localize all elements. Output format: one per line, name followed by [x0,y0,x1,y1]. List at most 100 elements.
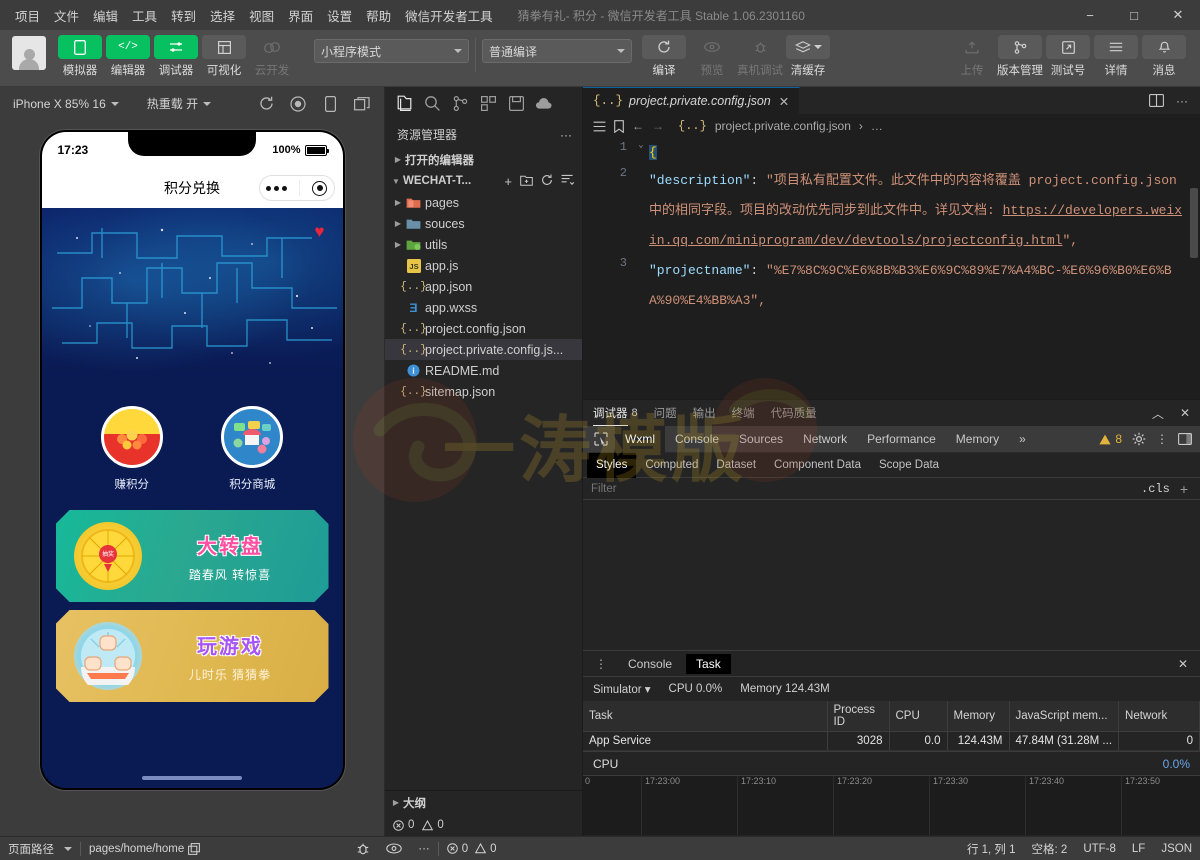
subtab-dataset[interactable]: Dataset [707,453,765,478]
kebab-icon[interactable]: ⋮ [1156,432,1168,446]
files-icon[interactable] [391,91,417,117]
add-rule-button[interactable]: + [1176,481,1192,497]
status-debug-button[interactable] [348,837,378,860]
copy-icon[interactable] [188,842,201,855]
new-folder-icon[interactable] [520,174,533,189]
task-tab-task[interactable]: Task [686,653,731,674]
tree-item-app-js[interactable]: JS app.js [385,255,582,276]
gear-icon[interactable] [1132,432,1146,446]
grid-item-earn-points[interactable]: 赚积分 [100,406,163,492]
devtools-overflow-button[interactable]: » [1009,426,1036,453]
preview-button[interactable]: 预览 [688,35,736,78]
cls-button[interactable]: .cls [1135,482,1176,496]
record-icon[interactable] [288,94,308,114]
tree-item-sitemap[interactable]: {..} sitemap.json [385,381,582,402]
breadcrumb-file[interactable]: project.private.config.json [715,119,851,133]
mode-select[interactable]: 小程序模式 [314,39,469,63]
refresh-icon[interactable] [541,174,553,189]
collapse-icon[interactable]: ︿ [1152,405,1164,422]
status-more-button[interactable]: ··· [410,837,438,860]
tree-item-utils[interactable]: ▶ utils [385,234,582,255]
outline-icon[interactable] [593,121,606,132]
task-target-select[interactable]: Simulator ▾ [593,682,651,696]
panel-tab-code-quality[interactable]: 代码质量 [771,401,817,425]
bookmark-icon[interactable] [614,119,624,133]
col-task[interactable]: Task [583,701,828,732]
close-icon[interactable]: ✕ [779,94,789,109]
explorer-more-icon[interactable]: ··· [560,128,572,142]
close-icon[interactable]: ✕ [1178,657,1200,671]
collapse-icon[interactable] [561,174,574,189]
dock-icon[interactable] [1178,433,1192,445]
source-control-icon[interactable] [447,91,473,117]
col-js-memory[interactable]: JavaScript mem... [1009,701,1120,732]
devtools-tab-memory[interactable]: Memory [946,426,1009,453]
banner-lucky-wheel[interactable]: 抽奖 大转盘 踏春风 转惊喜 [56,510,329,602]
devtools-tab-network[interactable]: Network [793,426,857,453]
cloud-icon[interactable] [531,91,557,117]
menu-item-goto[interactable]: 转到 [164,3,203,28]
refresh-icon[interactable] [256,94,276,114]
menu-item-settings[interactable]: 设置 [320,3,359,28]
close-icon[interactable]: ✕ [1180,406,1190,420]
back-icon[interactable]: ← [632,119,644,133]
inspect-icon[interactable] [587,432,615,446]
col-process-id[interactable]: Process ID [827,701,890,732]
upload-button[interactable]: 上传 [948,35,996,78]
menu-item-edit[interactable]: 编辑 [86,3,125,28]
status-eol[interactable]: LF [1124,837,1153,860]
kebab-icon[interactable]: ⋮ [589,657,614,671]
save-icon[interactable] [503,91,529,117]
open-editors-section[interactable]: ▶ 打开的编辑器 [385,149,582,170]
panel-tab-debugger[interactable]: 调试器 [593,401,628,426]
clear-cache-button[interactable]: 清缓存 [784,35,832,78]
debugger-toggle-button[interactable]: 调试器 [152,35,200,78]
explorer-problem-status[interactable]: 0 0 [385,814,582,836]
project-root-row[interactable]: ▼ WECHAT-T... + [385,170,582,192]
outline-section[interactable]: ▶ 大纲 [385,790,582,814]
devtools-tab-wxml[interactable]: Wxml [615,425,665,453]
real-device-debug-button[interactable]: 真机调试 [736,35,784,78]
menu-item-file[interactable]: 文件 [47,3,86,28]
page-path-value[interactable]: pages/home/home [81,837,208,860]
editor-scrollbar[interactable] [1190,188,1198,258]
panel-tab-terminal[interactable]: 终端 [732,401,755,425]
close-button[interactable]: ✕ [1156,0,1200,30]
menu-item-interface[interactable]: 界面 [281,3,320,28]
tree-item-project-config[interactable]: {..} project.config.json [385,318,582,339]
menu-item-project[interactable]: 项目 [8,3,47,28]
split-editor-icon[interactable] [1149,94,1164,107]
devtools-tab-performance[interactable]: Performance [857,426,946,453]
forward-icon[interactable]: → [652,119,664,133]
phone-screen[interactable]: 17:23 100% 积分兑换 ♥ 赚积分 积分商城 抽奖 大转盘 踏春风 转惊… [41,132,343,788]
device-select[interactable]: iPhone X 85% 16 [8,94,124,114]
subtab-styles[interactable]: Styles [587,452,637,478]
status-language[interactable]: JSON [1153,837,1200,860]
grid-item-points-mall[interactable]: 积分商城 [221,406,284,492]
panel-tab-problems[interactable]: 问题 [654,401,677,425]
capsule-button[interactable] [258,175,335,201]
version-control-button[interactable]: 版本管理 [996,35,1044,78]
status-preview-button[interactable] [378,837,410,860]
panel-tab-output[interactable]: 输出 [693,401,716,425]
banner-play-game[interactable]: 玩游戏 儿时乐 猜猜拳 [56,610,329,702]
col-cpu[interactable]: CPU [889,701,948,732]
menu-item-view[interactable]: 视图 [242,3,281,28]
tree-item-pages[interactable]: ▶ pages [385,192,582,213]
devtools-tab-sources[interactable]: Sources [729,426,793,453]
editor-toggle-button[interactable]: </> 编辑器 [104,35,152,78]
new-file-icon[interactable]: + [504,174,512,189]
status-line-col[interactable]: 行 1, 列 1 [959,837,1024,860]
menu-item-devtools[interactable]: 微信开发者工具 [398,3,500,28]
col-network[interactable]: Network [1118,701,1200,732]
tree-item-souces[interactable]: ▶ souces [385,213,582,234]
subtab-scope-data[interactable]: Scope Data [870,453,948,478]
tree-item-app-wxss[interactable]: Ǝ app.wxss [385,297,582,318]
more-icon[interactable]: ··· [1176,94,1188,108]
tree-item-project-private-config[interactable]: {..} project.private.config.js... [385,339,582,360]
code-editor[interactable]: 1 ⌄ { 2 "description": "项目私有配置文件。此文件中的内容… [583,138,1200,399]
visual-toggle-button[interactable]: 可视化 [200,35,248,78]
task-tab-console[interactable]: Console [618,654,682,674]
test-account-button[interactable]: 测试号 [1044,35,1092,78]
col-memory[interactable]: Memory [947,701,1010,732]
